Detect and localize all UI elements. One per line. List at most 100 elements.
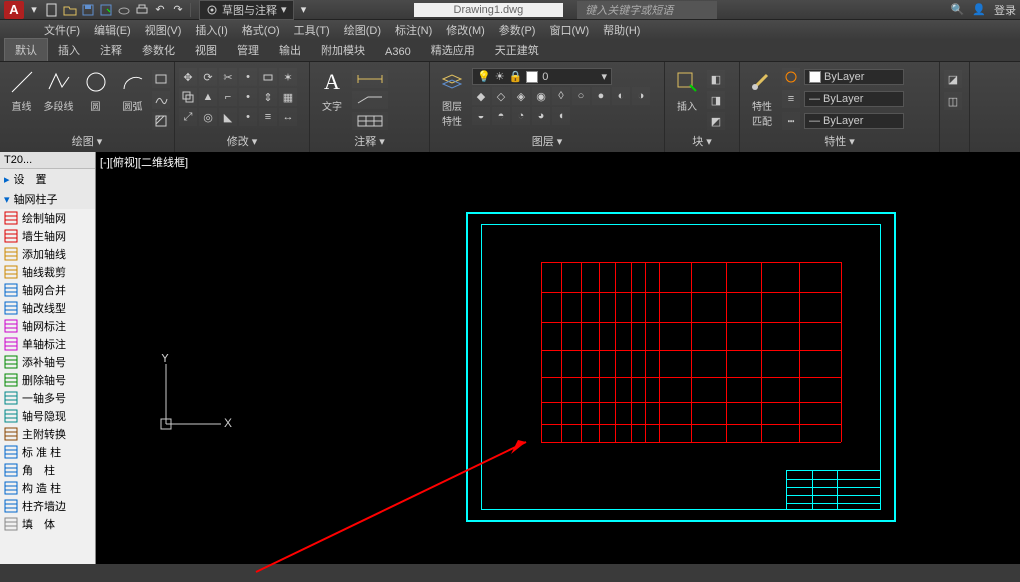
palette-item[interactable]: 添加轴线: [0, 245, 95, 263]
tab-default[interactable]: 默认: [4, 38, 48, 61]
tab-view[interactable]: 视图: [185, 39, 227, 61]
panel-title-layers[interactable]: 图层 ▾: [434, 132, 660, 150]
rect-icon[interactable]: [152, 70, 170, 88]
layer-tool-icon[interactable]: ◕: [532, 107, 550, 125]
user-icon[interactable]: 👤: [972, 3, 986, 16]
tab-a360[interactable]: A360: [375, 43, 421, 61]
layer-tool-icon[interactable]: ◉: [532, 87, 550, 105]
matchprops-button[interactable]: 特性 匹配: [744, 64, 780, 132]
palette-item[interactable]: 轴号隐现: [0, 407, 95, 425]
linetype-icon[interactable]: ┅: [782, 112, 800, 130]
dot3-icon[interactable]: •: [239, 108, 257, 126]
trim-icon[interactable]: ✂: [219, 68, 237, 86]
arc-button[interactable]: 圆弧: [115, 64, 150, 117]
circle-button[interactable]: 圆: [78, 64, 113, 117]
layer-tool-icon[interactable]: ◇: [492, 87, 510, 105]
palette-item[interactable]: 构 造 柱: [0, 479, 95, 497]
menu-window[interactable]: 窗口(W): [543, 20, 595, 40]
tab-output[interactable]: 输出: [269, 39, 311, 61]
explode-icon[interactable]: ✶: [279, 68, 297, 86]
palette-item[interactable]: 填 体: [0, 515, 95, 533]
menu-edit[interactable]: 编辑(E): [88, 20, 137, 40]
erase-icon[interactable]: [259, 68, 277, 86]
print-icon[interactable]: [134, 2, 150, 18]
tab-featured[interactable]: 精选应用: [421, 39, 485, 61]
hatch-icon[interactable]: [152, 112, 170, 130]
panel-title-block[interactable]: 块 ▾: [669, 132, 735, 150]
create-block-icon[interactable]: ◧: [707, 70, 725, 88]
layer-tool-icon[interactable]: ◊: [552, 87, 570, 105]
lengthen-icon[interactable]: ↔: [279, 108, 297, 126]
menu-insert[interactable]: 插入(I): [189, 20, 233, 40]
search-input[interactable]: 键入关键字或短语: [577, 1, 717, 19]
panel-title-annotate[interactable]: 注释 ▾: [314, 132, 425, 150]
palette-item[interactable]: 绘制轴网: [0, 209, 95, 227]
panel-title-props[interactable]: 特性 ▾: [744, 132, 935, 150]
layer-tool-icon[interactable]: ◖: [552, 107, 570, 125]
layer-tool-icon[interactable]: ◔: [512, 107, 530, 125]
polyline-button[interactable]: 多段线: [41, 64, 76, 117]
palette-item[interactable]: 一轴多号: [0, 389, 95, 407]
save-icon[interactable]: [80, 2, 96, 18]
menu-tools[interactable]: 工具(T): [288, 20, 336, 40]
mirror-icon[interactable]: ▲: [199, 88, 217, 106]
redo-icon[interactable]: ↷: [170, 2, 186, 18]
edit-block-icon[interactable]: ◨: [707, 91, 725, 109]
new-icon[interactable]: [44, 2, 60, 18]
open-icon[interactable]: [62, 2, 78, 18]
layer-tool-icon[interactable]: ◓: [492, 107, 510, 125]
tab-annotate[interactable]: 注释: [90, 39, 132, 61]
line-button[interactable]: 直线: [4, 64, 39, 117]
layer-tool-icon[interactable]: ○: [572, 87, 590, 105]
text-button[interactable]: A 文字: [314, 64, 350, 117]
menu-dimension[interactable]: 标注(N): [389, 20, 438, 40]
dot-icon[interactable]: •: [239, 68, 257, 86]
linetype-combo[interactable]: — ByLayer: [804, 113, 904, 129]
palette-item[interactable]: 添补轴号: [0, 353, 95, 371]
menu-file[interactable]: 文件(F): [38, 20, 86, 40]
extra-icon[interactable]: ◫: [944, 92, 962, 110]
layer-tool-icon[interactable]: ◒: [472, 107, 490, 125]
panel-title-draw[interactable]: 绘图 ▾: [4, 132, 170, 150]
scale-icon[interactable]: ⤢: [179, 108, 197, 126]
app-logo[interactable]: A: [4, 1, 24, 19]
chamfer-icon[interactable]: ◣: [219, 108, 237, 126]
tab-insert[interactable]: 插入: [48, 39, 90, 61]
layer-tool-icon[interactable]: ◐: [612, 87, 630, 105]
stretch-icon[interactable]: ⇕: [259, 88, 277, 106]
move-icon[interactable]: ✥: [179, 68, 197, 86]
palette-item[interactable]: 主附转换: [0, 425, 95, 443]
align-icon[interactable]: ≡: [259, 108, 277, 126]
layerprops-button[interactable]: 图层 特性: [434, 64, 470, 132]
lineweight-combo[interactable]: — ByLayer: [804, 91, 904, 107]
qat-more-icon[interactable]: ▾: [296, 2, 312, 18]
menu-parametric[interactable]: 参数(P): [493, 20, 542, 40]
palette-item[interactable]: 柱齐墙边: [0, 497, 95, 515]
offset-icon[interactable]: ◎: [199, 108, 217, 126]
palette-item[interactable]: 轴改线型: [0, 299, 95, 317]
binoculars-icon[interactable]: 🔍: [951, 3, 965, 16]
palette-header-settings[interactable]: ▸设 置: [0, 169, 95, 189]
menu-view[interactable]: 视图(V): [139, 20, 188, 40]
view-label[interactable]: [-][俯视][二维线框]: [100, 154, 188, 170]
menu-format[interactable]: 格式(O): [236, 20, 286, 40]
saveas-icon[interactable]: [98, 2, 114, 18]
palette-item[interactable]: 删除轴号: [0, 371, 95, 389]
rotate-icon[interactable]: ⟳: [199, 68, 217, 86]
undo-icon[interactable]: ↶: [152, 2, 168, 18]
tab-tangent[interactable]: 天正建筑: [485, 39, 549, 61]
menu-draw[interactable]: 绘图(D): [338, 20, 387, 40]
layer-tool-icon[interactable]: ◈: [512, 87, 530, 105]
qat-dropdown-icon[interactable]: ▾: [26, 2, 42, 18]
lineweight-icon[interactable]: ≡: [782, 90, 800, 108]
dot2-icon[interactable]: •: [239, 88, 257, 106]
extra-icon[interactable]: ◪: [944, 70, 962, 88]
palette-header-grid[interactable]: ▾轴网柱子: [0, 189, 95, 209]
dim-linear-icon[interactable]: [352, 70, 388, 88]
tab-addins[interactable]: 附加模块: [311, 39, 375, 61]
tab-manage[interactable]: 管理: [227, 39, 269, 61]
palette-item[interactable]: 角 柱: [0, 461, 95, 479]
filename-field[interactable]: Drawing1.dwg: [414, 3, 564, 17]
menu-help[interactable]: 帮助(H): [597, 20, 646, 40]
layer-tool-icon[interactable]: ◑: [632, 87, 650, 105]
